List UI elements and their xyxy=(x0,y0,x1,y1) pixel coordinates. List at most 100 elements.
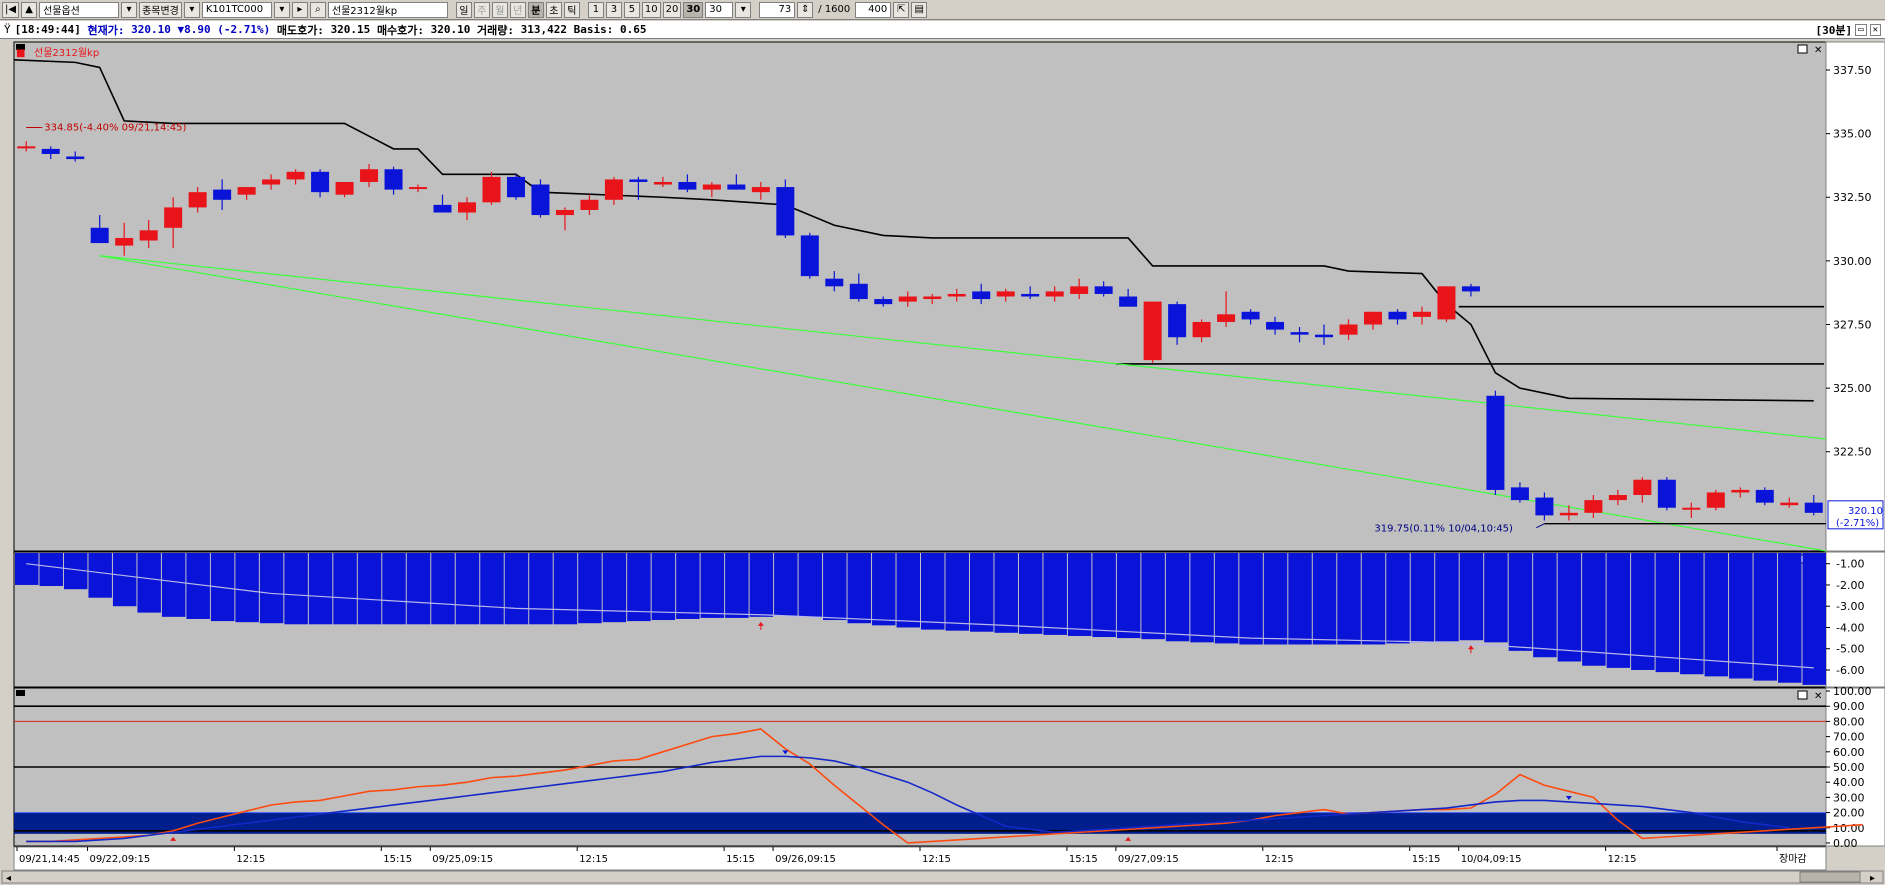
candle-body xyxy=(164,207,183,228)
candle-body xyxy=(458,202,476,213)
x-tick-label: 12:15 xyxy=(1265,854,1294,865)
pane-menu-icon[interactable] xyxy=(16,690,25,696)
dropdown-chevron-icon[interactable]: ▾ xyxy=(735,1,752,18)
x-tick-label: 15:15 xyxy=(1412,854,1441,865)
period-year-tab[interactable]: 년 xyxy=(509,1,526,18)
histogram-bar xyxy=(1165,553,1190,642)
restore-icon[interactable]: ▭ xyxy=(1855,24,1867,36)
candle-body xyxy=(1119,296,1138,307)
histogram-bar xyxy=(896,553,920,628)
candle-body xyxy=(1486,395,1505,490)
y-tick-label: 330.00 xyxy=(1833,255,1872,268)
y-tick-label: 335.00 xyxy=(1833,128,1872,141)
histogram-bar xyxy=(259,553,284,624)
search-icon[interactable]: ⌕ xyxy=(309,1,326,18)
info-bar: Ÿ [18:49:44] 현재가: 320.10 ▼8.90 (-2.71%) … xyxy=(0,21,1885,39)
candle-body xyxy=(286,171,305,180)
period-week-tab[interactable]: 주 xyxy=(473,1,490,18)
candle-body xyxy=(213,189,232,200)
candle-body xyxy=(1070,286,1089,294)
display-count-input[interactable]: 400 xyxy=(855,1,892,18)
candle-body xyxy=(1633,479,1652,496)
x-tick-label: 09/22,09:15 xyxy=(89,854,150,865)
histogram-bar xyxy=(1190,553,1214,643)
histogram-bar xyxy=(1753,553,1778,681)
histogram-bar xyxy=(921,553,945,630)
scrollbar-track[interactable] xyxy=(1,870,1884,884)
dropdown-chevron-icon[interactable]: ▾ xyxy=(273,1,290,18)
candle-body xyxy=(360,169,379,182)
export-icon[interactable]: ⇱ xyxy=(893,1,910,18)
pane-close-icon[interactable]: ✕ xyxy=(1814,45,1822,56)
histogram-bar xyxy=(1680,553,1704,675)
interval-10-button[interactable]: 10 xyxy=(641,1,661,18)
play-icon[interactable]: ▸ xyxy=(291,1,308,18)
candle-body xyxy=(17,146,36,149)
period-tick-tab[interactable]: 틱 xyxy=(563,1,580,18)
up-arrow-button[interactable]: ▲ xyxy=(21,1,38,18)
period-day-tab[interactable]: 일 xyxy=(455,1,472,18)
pane-restore-icon[interactable] xyxy=(1797,690,1808,700)
histogram-bar xyxy=(1337,553,1361,645)
histogram-bar xyxy=(1043,553,1067,635)
print-icon[interactable]: ▤ xyxy=(911,1,928,18)
y-tick-label: 100.00 xyxy=(1833,685,1872,698)
histogram-bar xyxy=(1239,553,1263,645)
scroll-right-icon[interactable]: ▸ xyxy=(1870,873,1875,884)
histogram-bar xyxy=(235,553,259,623)
histogram-bar xyxy=(823,553,847,621)
spin-button[interactable]: ⇕ xyxy=(797,1,814,18)
candle-body xyxy=(188,192,207,208)
interval-20-button[interactable]: 20 xyxy=(662,1,682,18)
interval-input[interactable]: 30 xyxy=(705,1,734,18)
pane-restore-icon[interactable] xyxy=(1797,44,1808,54)
candle-body xyxy=(90,227,109,244)
candle-body xyxy=(825,278,844,287)
price-change-pct: (-2.71%) xyxy=(217,23,271,36)
dropdown-chevron-icon[interactable]: ▾ xyxy=(183,1,200,18)
candle-body xyxy=(506,176,525,198)
y-tick-label: 322.50 xyxy=(1833,446,1872,459)
histogram-bar xyxy=(994,553,1018,633)
histogram-bar xyxy=(1729,553,1753,679)
candle-body xyxy=(923,296,942,300)
histogram-bar xyxy=(1508,553,1533,651)
y-tick-label: -4.00 xyxy=(1836,621,1864,634)
x-tick-label: 15:15 xyxy=(383,854,412,865)
histogram-bar xyxy=(1704,553,1729,677)
candle-body xyxy=(1706,492,1725,508)
period-minute-tab[interactable]: 분 xyxy=(527,1,544,18)
first-record-button[interactable]: |◀ xyxy=(2,1,20,18)
scrollbar-thumb[interactable] xyxy=(1799,871,1861,883)
market-dropdown[interactable]: 선물옵션 xyxy=(39,1,120,18)
ask-price-label: 매도호가: xyxy=(276,23,324,37)
histogram-bar xyxy=(112,553,137,607)
candle-body xyxy=(139,230,158,241)
candle-body xyxy=(1217,314,1236,322)
candle-body xyxy=(433,204,452,213)
period-month-tab[interactable]: 월 xyxy=(491,1,508,18)
histogram-bar xyxy=(774,553,798,616)
period-second-tab[interactable]: 초 xyxy=(545,1,562,18)
close-icon[interactable]: ✕ xyxy=(1869,24,1881,36)
histogram-bar xyxy=(382,553,406,625)
pin-icon[interactable]: Ÿ xyxy=(0,23,15,36)
count-input[interactable]: 73 xyxy=(759,1,796,18)
pane-close-icon[interactable]: ✕ xyxy=(1814,691,1822,702)
histogram-bar xyxy=(651,553,676,621)
x-tick-label: 09/21,14:45 xyxy=(19,854,80,865)
scroll-left-icon[interactable]: ◂ xyxy=(6,873,11,884)
change-item-button[interactable]: 종목변경 xyxy=(139,1,182,18)
interval-1-button[interactable]: 1 xyxy=(587,1,604,18)
interval-5-button[interactable]: 5 xyxy=(623,1,640,18)
candle-body xyxy=(727,184,746,190)
title-marker-icon[interactable]: ■ xyxy=(16,48,25,59)
chart-area[interactable]: ✕✕✕선물2312월kp■337.50335.00332.50330.00327… xyxy=(0,40,1885,885)
interval-30-button[interactable]: 30 xyxy=(683,1,704,18)
toolbar: |◀ ▲ 선물옵션 ▾ 종목변경 ▾ K101TC000 ▾ ▸ ⌕ 선물231… xyxy=(0,0,1885,20)
candle-body xyxy=(1535,497,1554,516)
interval-3-button[interactable]: 3 xyxy=(605,1,622,18)
dropdown-chevron-icon[interactable]: ▾ xyxy=(121,1,138,18)
code-input[interactable]: K101TC000 xyxy=(201,1,272,18)
y-tick-label: 60.00 xyxy=(1833,746,1865,759)
